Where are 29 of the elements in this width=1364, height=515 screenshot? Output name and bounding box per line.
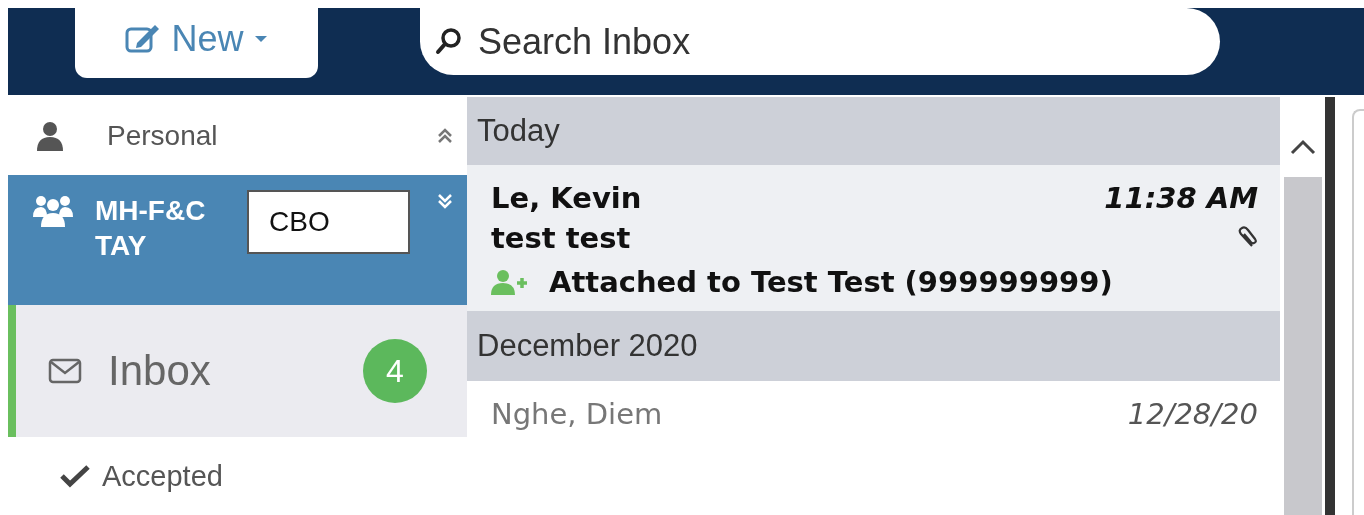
message-time: 12/28/20: [1127, 397, 1258, 431]
scroll-up-icon[interactable]: [1289, 139, 1316, 155]
unread-count-badge: 4: [363, 339, 427, 403]
account-name: Personal: [107, 120, 219, 152]
checkmark-icon: [60, 464, 90, 488]
message-subject: test test: [491, 221, 631, 255]
date-group-header: Today: [467, 97, 1280, 165]
subfolder-name: Accepted: [102, 459, 223, 493]
add-person-icon: [491, 269, 527, 295]
attachment-note: Attached to Test Test (999999999): [549, 265, 1113, 299]
account-name: MH-F&C TAY: [95, 194, 207, 263]
search-field[interactable]: Search Inbox: [420, 8, 1220, 75]
folder-name: Inbox: [108, 347, 212, 395]
double-chevron-up-icon[interactable]: [437, 128, 453, 144]
date-group-header: December 2020: [467, 311, 1280, 381]
subfolder-item[interactable]: Accepted: [8, 437, 467, 515]
group-icon: [33, 193, 73, 227]
inbox-folder[interactable]: Inbox 4: [8, 305, 467, 437]
double-chevron-down-icon[interactable]: [437, 193, 453, 209]
message-time: 11:38 AM: [1104, 181, 1258, 215]
envelope-icon: [48, 357, 82, 385]
tooltip: CBO: [247, 190, 410, 254]
sender-name: Nghe, Diem: [491, 397, 663, 431]
message-item[interactable]: Le, Kevin 11:38 AM test test Attached to Test Test (999999999): [467, 165, 1280, 311]
search-icon: [434, 26, 464, 56]
sender-name: Le, Kevin: [491, 181, 642, 215]
scrollbar-thumb[interactable]: [1283, 177, 1322, 515]
compose-icon: [125, 23, 162, 55]
caret-icon: [253, 35, 268, 43]
